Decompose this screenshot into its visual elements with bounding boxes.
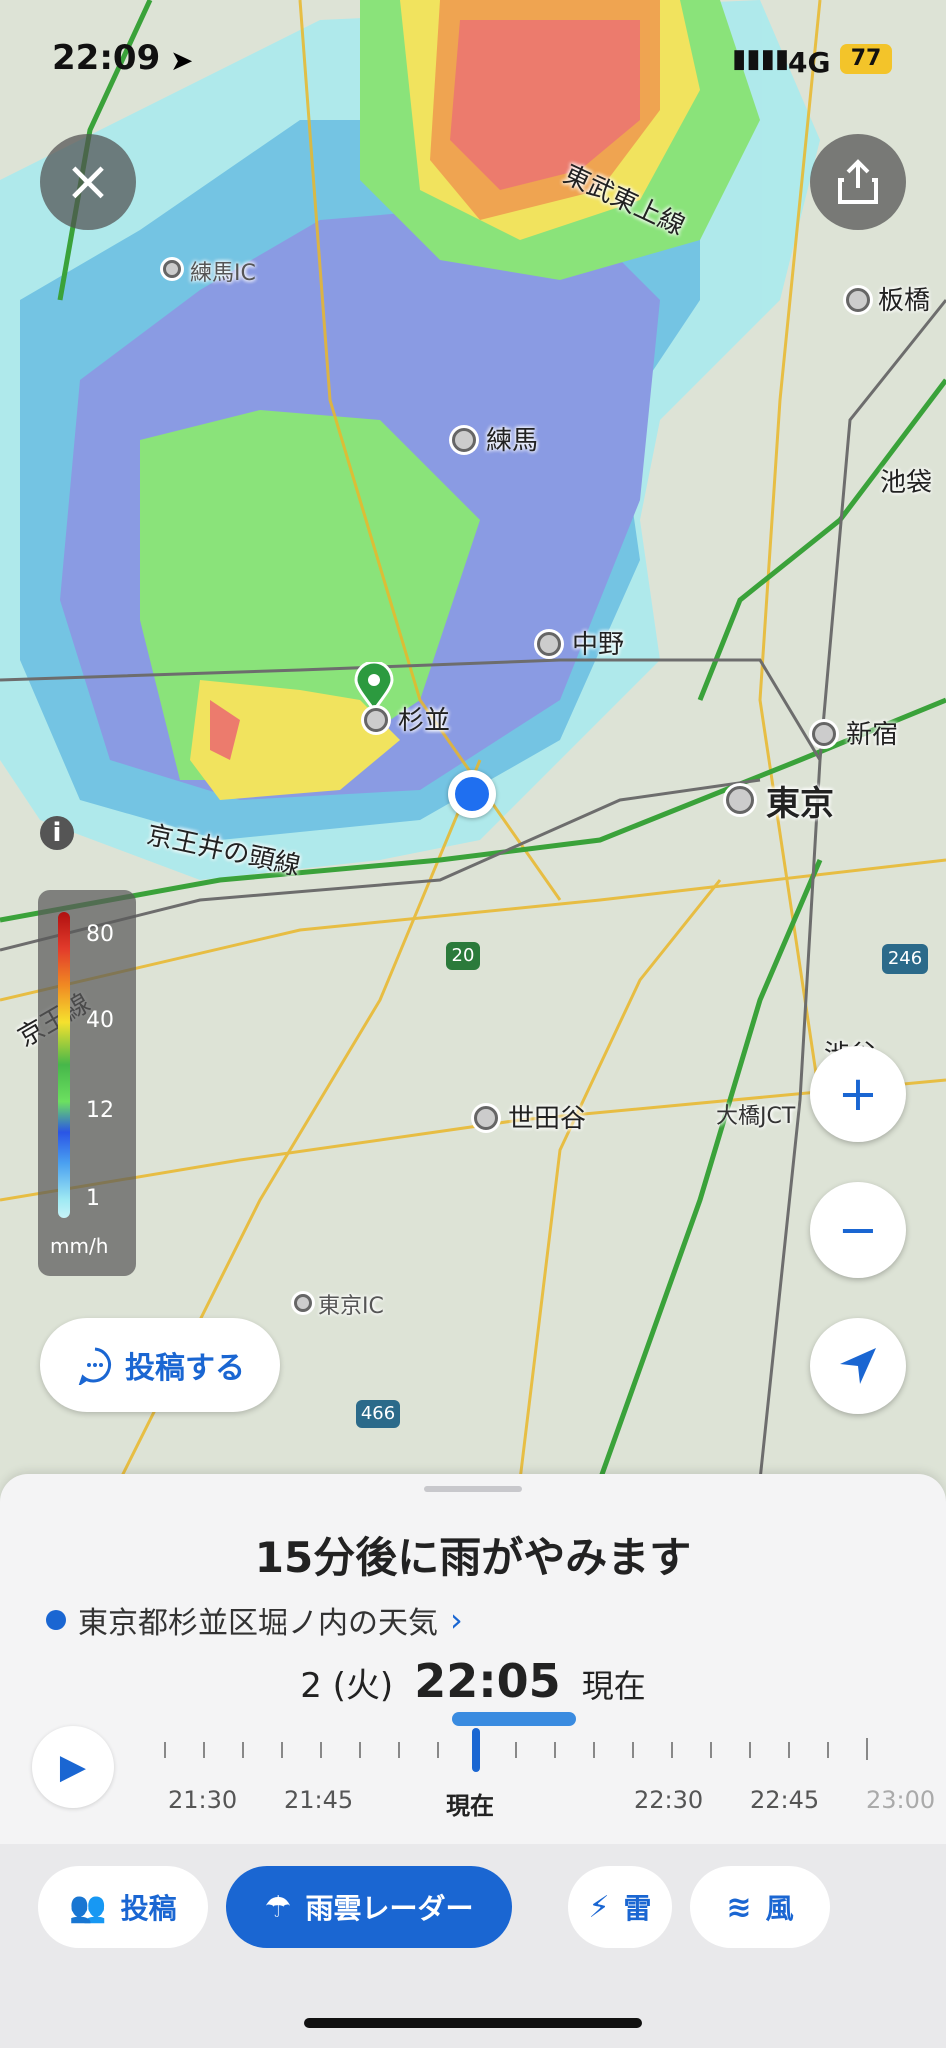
setagaya-label: 世田谷 [508, 1104, 587, 1134]
suginami-marker [364, 708, 388, 732]
now-label: 現在 [581, 1667, 646, 1705]
sheet-handle[interactable] [424, 1486, 522, 1492]
nav-thunder[interactable]: ⚡ 雷 [568, 1866, 672, 1948]
itabashi-marker [846, 288, 870, 312]
signal-icon: ▮▮▮▮ [732, 44, 790, 74]
wind-icon: ≋ [726, 1889, 752, 1925]
play-icon: ▶ [59, 1747, 87, 1787]
rain-forecast-headline: 15分後に雨がやみます [254, 1533, 692, 1582]
weather-sheet: 15分後に雨がやみます 東京都杉並区堀ノ内の天気 › 2 (火) 22:05 現… [0, 1474, 946, 1844]
legend-value-80: 80 [86, 922, 114, 947]
route-20-shield: 20 [446, 942, 480, 970]
rain-cloud-icon: ☂ [264, 1889, 292, 1925]
tokyo-marker [726, 786, 754, 814]
post-button[interactable]: 投稿する [40, 1318, 280, 1412]
legend-value-12: 12 [86, 1098, 114, 1123]
current-period-indicator [452, 1712, 576, 1726]
share-button[interactable] [810, 134, 906, 230]
nav-posts-label: 投稿 [120, 1892, 177, 1925]
play-button[interactable]: ▶ [32, 1726, 114, 1808]
nav-posts[interactable]: 👥 投稿 [38, 1866, 208, 1948]
post-bubble-icon [78, 1347, 111, 1385]
setagaya-marker [474, 1106, 498, 1130]
legend-value-40: 40 [86, 1008, 114, 1033]
itabashi-label: 板橋 [878, 286, 931, 316]
rainfall-legend: 80 40 12 1 mm/h [38, 890, 136, 1276]
nerima-ic-label: 練馬IC [190, 261, 256, 286]
close-icon: × [64, 149, 112, 214]
nerima-marker [452, 428, 476, 452]
timeline-label-2230: 22:30 [634, 1786, 704, 1814]
current-time-display: 2 (火) 22:05 現在 [0, 1654, 946, 1708]
tokyo-label: 東京 [766, 784, 834, 824]
nerima-label: 練馬 [486, 426, 539, 456]
current-location-dot [448, 770, 496, 818]
current-location-button[interactable] [810, 1318, 906, 1414]
status-time: 22:09 [52, 38, 161, 78]
legend-unit: mm/h [50, 1234, 109, 1258]
people-icon: 👥 [69, 1889, 107, 1925]
status-bar: 22:09 ➤ ▮▮▮▮ 4G 77 [0, 0, 946, 120]
ikebukuro-label: 池袋 [880, 468, 933, 498]
chevron-right-icon: › [450, 1601, 463, 1639]
post-button-label: 投稿する [125, 1351, 245, 1386]
share-icon [838, 159, 878, 204]
location-arrow-icon: ➤ [170, 44, 194, 77]
zoom-in-button[interactable]: + [810, 1046, 906, 1142]
info-icon[interactable]: i [40, 816, 74, 850]
nerima-ic-marker [163, 260, 181, 278]
date-label: 2 (火) [300, 1666, 394, 1706]
map-canvas [0, 0, 946, 1480]
nakano-label: 中野 [572, 630, 625, 660]
tokyo-ic-marker [294, 1294, 312, 1312]
nakano-marker [537, 632, 561, 656]
location-dot-icon [46, 1610, 66, 1630]
route-466-shield: 466 [356, 1400, 400, 1428]
shinjuku-marker [812, 722, 836, 746]
route-246-shield: 246 [882, 944, 928, 974]
shinjuku-label: 新宿 [846, 720, 899, 750]
timeline-label-2300: 23:00 [866, 1786, 936, 1814]
tokyo-ic-label: 東京IC [318, 1294, 384, 1319]
timeline-slider[interactable] [160, 1728, 900, 1772]
radar-map[interactable]: 練馬IC 東武東上線 板橋 練馬 池袋 中野 杉並 新宿 東京 i 京王井の頭線… [0, 0, 946, 1480]
close-button[interactable]: × [40, 134, 136, 230]
timeline-label-2245: 22:45 [750, 1786, 820, 1814]
time-label: 22:05 [414, 1654, 561, 1708]
location-name: 東京都杉並区堀ノ内の天気 [78, 1606, 438, 1641]
suginami-label: 杉並 [398, 706, 451, 736]
lightning-icon: ⚡ [588, 1889, 610, 1925]
minus-icon: − [837, 1202, 879, 1258]
ohashi-jct-label: 大橋JCT [716, 1104, 796, 1129]
legend-value-1: 1 [86, 1186, 100, 1211]
bottom-nav: 👥 投稿 ☂ 雨雲レーダー ⚡ 雷 ≋ 風 [0, 1844, 946, 2048]
timeline-thumb[interactable] [472, 1728, 480, 1772]
network-label: 4G [788, 46, 831, 79]
navigation-arrow-icon [840, 1348, 876, 1384]
home-indicator [304, 2018, 642, 2028]
location-link[interactable]: 東京都杉並区堀ノ内の天気 › [46, 1598, 463, 1642]
legend-color-bar [58, 912, 70, 1218]
plus-icon: + [837, 1066, 879, 1122]
nav-wind[interactable]: ≋ 風 [690, 1866, 830, 1948]
timeline-label-2145: 21:45 [284, 1786, 354, 1814]
nav-wind-label: 風 [765, 1892, 794, 1925]
zoom-out-button[interactable]: − [810, 1182, 906, 1278]
location-pin-icon[interactable] [354, 662, 394, 712]
nav-rain-radar-label: 雨雲レーダー [305, 1892, 474, 1925]
nav-rain-radar[interactable]: ☂ 雨雲レーダー [226, 1866, 512, 1948]
nav-thunder-label: 雷 [623, 1892, 652, 1925]
timeline-label-now: 現在 [446, 1792, 494, 1820]
timeline-label-2130: 21:30 [168, 1786, 238, 1814]
battery-icon: 77 [840, 44, 892, 74]
